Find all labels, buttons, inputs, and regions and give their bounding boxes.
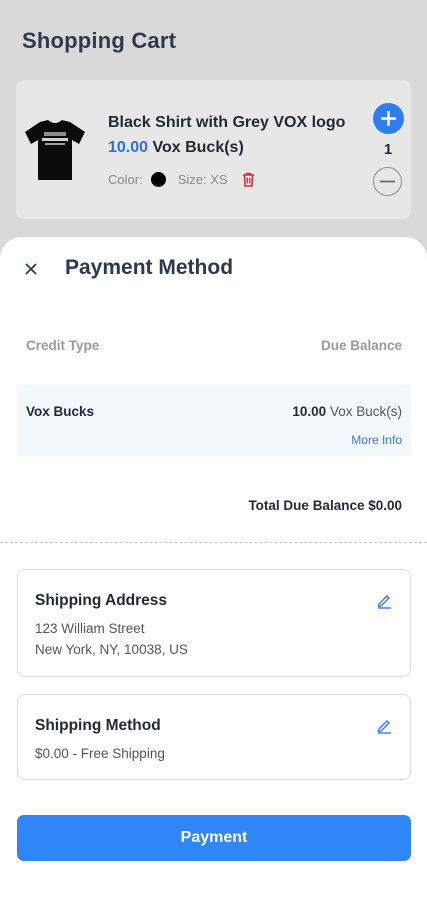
- product-options: Color: Size: XS: [108, 172, 255, 187]
- minus-icon: [380, 180, 395, 183]
- product-name: Black Shirt with Grey VOX logo: [108, 114, 346, 131]
- edit-address-icon[interactable]: [376, 592, 393, 609]
- more-info-link[interactable]: More Info: [351, 433, 402, 447]
- shipping-method-title: Shipping Method: [35, 717, 161, 734]
- close-icon[interactable]: [24, 262, 38, 276]
- trash-icon[interactable]: [242, 172, 255, 187]
- divider: [0, 542, 427, 543]
- edit-shipping-method-icon[interactable]: [376, 717, 393, 734]
- product-price: 10.00 Vox Buck(s): [108, 139, 244, 157]
- credit-balance: 10.00 Vox Buck(s): [292, 404, 402, 419]
- increase-quantity-button[interactable]: [373, 103, 404, 134]
- credit-name: Vox Bucks: [26, 404, 95, 419]
- credit-amount: 10.00: [292, 404, 327, 419]
- sheet-title: Payment Method: [65, 256, 234, 279]
- shipping-address-title: Shipping Address: [35, 592, 168, 609]
- page-title: Shopping Cart: [22, 28, 177, 53]
- address-line-1: 123 William Street: [35, 621, 145, 636]
- address-line-2: New York, NY, 10038, US: [35, 642, 188, 657]
- shipping-address-card: Shipping Address 123 William Street New …: [17, 569, 411, 677]
- due-balance-header: Due Balance: [320, 338, 402, 353]
- color-label: Color:: [108, 172, 143, 187]
- plus-icon: [381, 111, 396, 126]
- shipping-method-detail: $0.00 - Free Shipping: [35, 746, 165, 761]
- product-image: [25, 120, 85, 180]
- payment-button[interactable]: Payment: [17, 815, 411, 861]
- decrease-quantity-button[interactable]: [373, 167, 402, 196]
- size-label: Size: XS: [177, 172, 228, 187]
- price-unit: Vox Buck(s): [152, 139, 244, 156]
- price-amount: 10.00: [108, 139, 149, 156]
- shipping-method-card: Shipping Method $0.00 - Free Shipping: [17, 694, 411, 780]
- credit-unit: Vox Buck(s): [329, 404, 402, 419]
- total-due-balance: Total Due Balance $0.00: [248, 498, 402, 513]
- quantity-value: 1: [383, 141, 393, 158]
- color-swatch: [150, 172, 166, 187]
- credit-type-header: Credit Type: [26, 338, 100, 353]
